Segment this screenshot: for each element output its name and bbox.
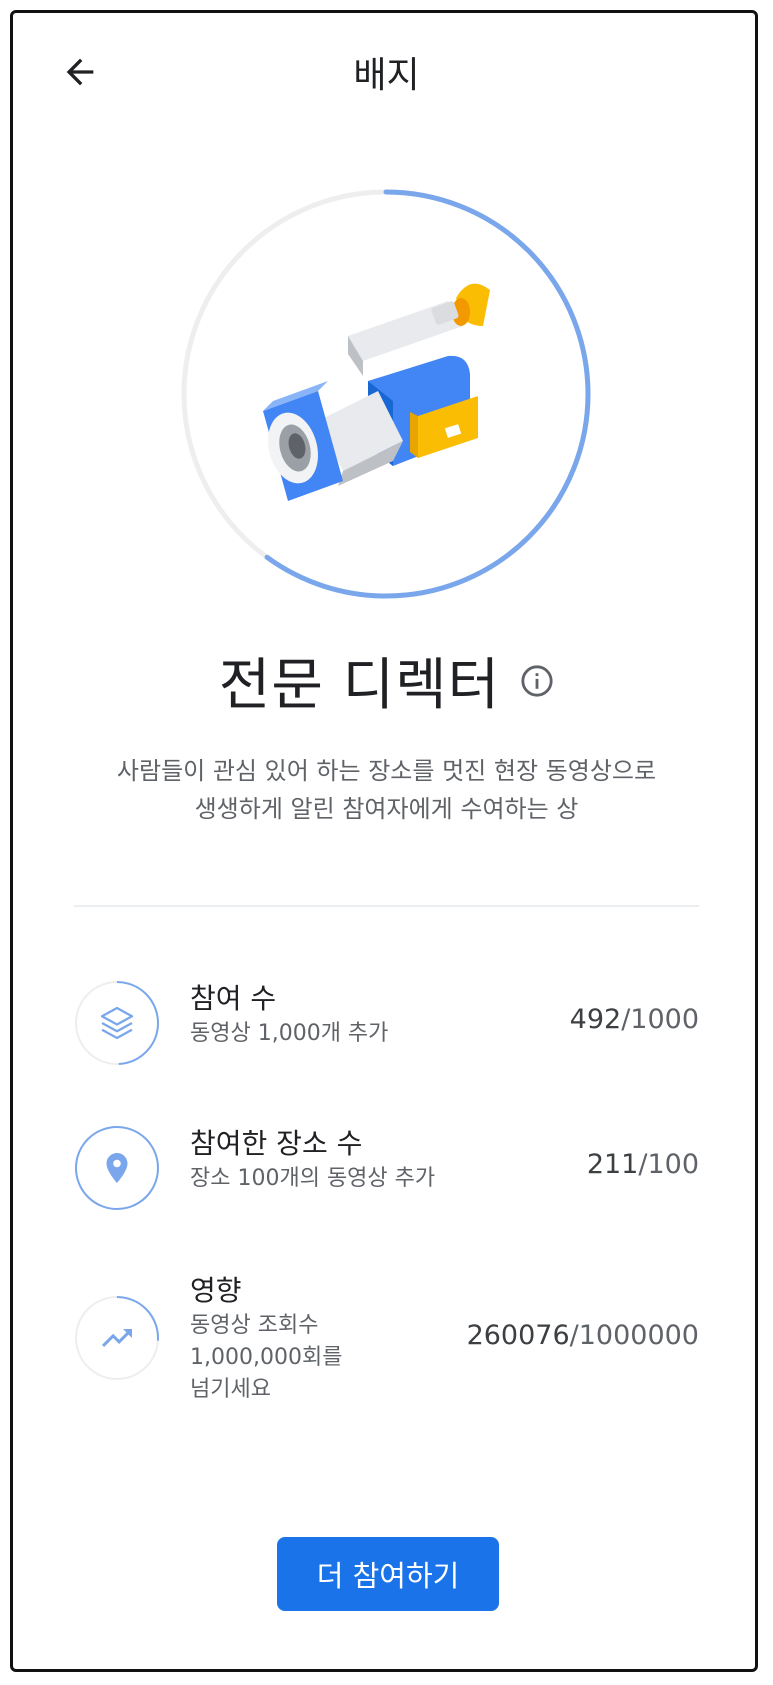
- metric-target: /100: [638, 1149, 699, 1180]
- metric-row-impact: 영향 동영상 조회수 1,000,000회를 넘기세요 260076/10000…: [74, 1274, 699, 1430]
- badge-title-row: 전문 디렉터: [0, 640, 773, 721]
- metric-subtitle: 1,000,000회를: [190, 1345, 343, 1370]
- metric-title: 영향: [190, 1274, 242, 1307]
- metric-progress-ring: [75, 1296, 159, 1380]
- badge-name: 전문 디렉터: [218, 653, 501, 718]
- metric-current: 492: [569, 1004, 622, 1035]
- metric-target: /1000000: [569, 1320, 699, 1351]
- metric-value: 211/100: [587, 1149, 699, 1180]
- metric-current: 260076: [466, 1320, 570, 1351]
- metric-title: 참여 수: [190, 982, 277, 1015]
- participate-more-button[interactable]: 더 참여하기: [277, 1537, 499, 1611]
- metric-subtitle: 넘기세요: [190, 1377, 271, 1402]
- metric-value: 260076/1000000: [467, 1320, 699, 1351]
- metric-subtitle: 장소 100개의 동영상 추가: [190, 1166, 436, 1191]
- metric-subtitle: 동영상 1,000개 추가: [190, 1021, 389, 1046]
- location-pin-icon: [106, 1153, 128, 1183]
- badge-description-line: 생생하게 알린 참여자에게 수여하는 상: [194, 795, 579, 823]
- metric-progress-ring: [75, 1126, 159, 1210]
- layers-icon: [100, 1006, 134, 1040]
- badge-progress-ring: [181, 189, 591, 599]
- video-camera-icon: [263, 283, 490, 501]
- metric-progress-ring: [75, 981, 159, 1065]
- metric-title: 참여한 장소 수: [190, 1127, 363, 1160]
- badge-description-line: 사람들이 관심 있어 하는 장소를 멋진 현장 동영상으로: [116, 757, 657, 785]
- page-title: 배지: [353, 55, 420, 96]
- metric-subtitle: 동영상 조회수: [190, 1313, 319, 1338]
- badge-description: 사람들이 관심 있어 하는 장소를 멋진 현장 동영상으로 생생하게 알린 참여…: [60, 752, 713, 828]
- metric-target: /1000: [621, 1004, 699, 1035]
- info-icon[interactable]: [520, 664, 554, 698]
- metric-value: 492/1000: [570, 1004, 699, 1035]
- trending-up-icon: [102, 1329, 132, 1347]
- divider: [74, 905, 699, 907]
- metric-row-contributions: 참여 수 동영상 1,000개 추가 492/1000: [74, 980, 699, 1068]
- metric-current: 211: [586, 1149, 639, 1180]
- metric-row-places: 참여한 장소 수 장소 100개의 동영상 추가 211/100: [74, 1125, 699, 1213]
